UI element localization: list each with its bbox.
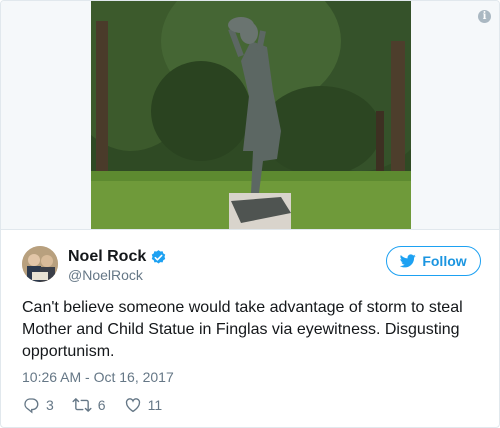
- author-avatar[interactable]: [22, 246, 58, 282]
- follow-button-label: Follow: [422, 253, 467, 269]
- author-name-row[interactable]: Noel Rock: [68, 248, 167, 266]
- tweet-text: Can't believe someone would take advanta…: [22, 299, 463, 360]
- follow-button[interactable]: Follow: [386, 246, 481, 276]
- retweet-action[interactable]: 6: [72, 396, 106, 414]
- like-action[interactable]: 11: [124, 396, 163, 414]
- tweet-media-image[interactable]: i: [1, 1, 499, 230]
- twitter-bird-icon: [400, 254, 417, 268]
- verified-badge-icon: [152, 249, 166, 264]
- statue-photo: [91, 1, 411, 229]
- embedded-tweet-card: i Noel Rock @NoelRock Follow Can't belie…: [0, 0, 500, 428]
- heart-icon: [125, 398, 140, 413]
- info-icon[interactable]: i: [478, 10, 491, 23]
- author-handle[interactable]: @NoelRock: [68, 267, 143, 283]
- reply-icon: [24, 398, 39, 414]
- author-name[interactable]: Noel Rock: [68, 248, 146, 266]
- like-count: 11: [147, 397, 163, 413]
- avatar-photo-icon: [22, 246, 58, 282]
- reply-action[interactable]: 3: [22, 396, 54, 414]
- tweet-actions: 3 6 11: [22, 396, 180, 414]
- retweet-icon: [72, 398, 92, 412]
- tweet-timestamp[interactable]: 10:26 AM - Oct 16, 2017: [22, 369, 174, 385]
- retweet-count: 6: [97, 397, 106, 413]
- reply-count: 3: [46, 397, 54, 413]
